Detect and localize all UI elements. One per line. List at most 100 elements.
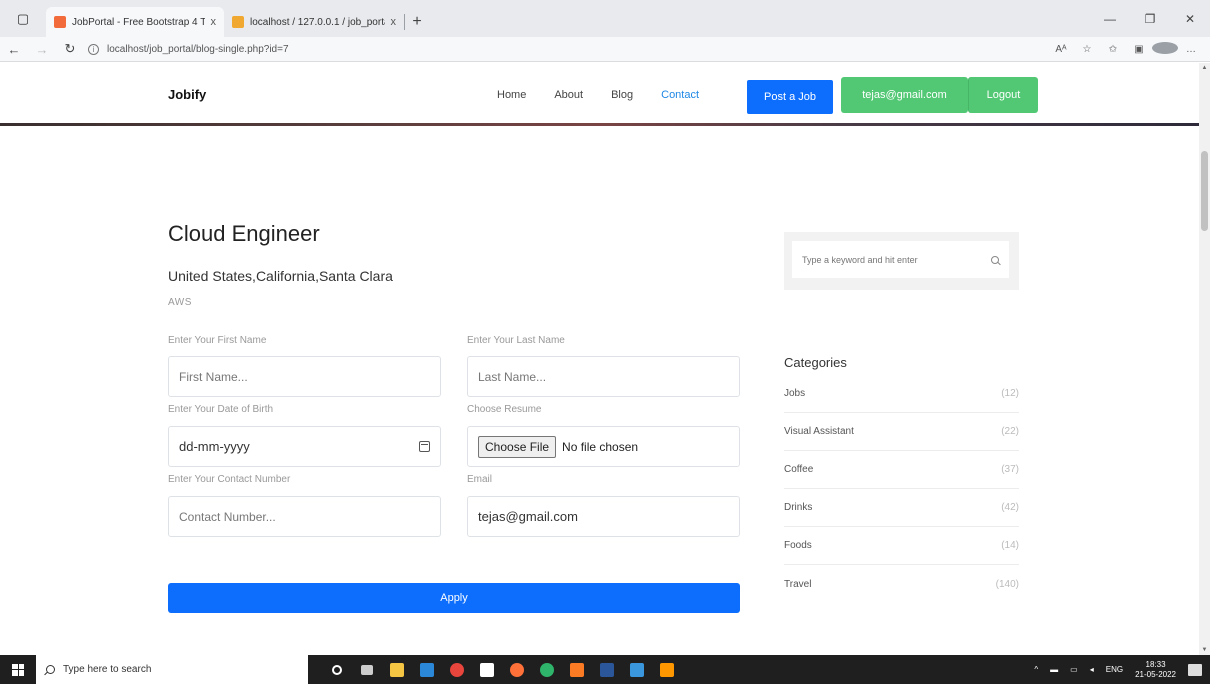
back-icon[interactable]: ← — [0, 42, 28, 57]
address-bar: ← → ↻ i localhost/job_portal/blog-single… — [0, 37, 1210, 62]
volume-icon[interactable]: ◂ — [1090, 665, 1094, 674]
window-controls: — ❐ ✕ — [1090, 0, 1210, 37]
tab-actions-icon[interactable]: ▢ — [0, 0, 46, 37]
maximize-icon[interactable]: ❐ — [1130, 12, 1170, 26]
calendar-icon[interactable] — [419, 441, 430, 452]
url-field[interactable]: i localhost/job_portal/blog-single.php?i… — [84, 43, 1048, 55]
site-brand[interactable]: Jobify — [168, 87, 206, 102]
category-name: Drinks — [784, 502, 813, 513]
last-name-label: Enter Your Last Name — [467, 335, 565, 346]
clock-time: 18:33 — [1145, 659, 1166, 669]
nav-home[interactable]: Home — [497, 89, 526, 101]
category-name: Coffee — [784, 464, 814, 475]
notifications-icon[interactable] — [1188, 663, 1202, 676]
nav-about[interactable]: About — [554, 89, 583, 101]
battery-icon[interactable]: ▭ — [1070, 665, 1078, 674]
logout-button[interactable]: Logout — [968, 77, 1038, 113]
file-explorer-icon[interactable] — [382, 655, 412, 684]
search-input[interactable] — [802, 254, 991, 265]
first-name-label: Enter Your First Name — [168, 335, 267, 346]
word-icon[interactable] — [592, 655, 622, 684]
sublime-icon[interactable] — [652, 655, 682, 684]
nav-contact[interactable]: Contact — [661, 89, 699, 101]
job-tag: AWS — [168, 297, 192, 308]
close-tab-icon[interactable]: x — [211, 16, 217, 28]
browser-tab-phpmyadmin[interactable]: localhost / 127.0.0.1 / job_porta x — [224, 7, 404, 37]
job-title: Cloud Engineer — [168, 221, 320, 246]
search-field[interactable] — [792, 241, 1009, 278]
close-window-icon[interactable]: ✕ — [1170, 12, 1210, 26]
category-item[interactable]: Drinks (42) — [784, 489, 1019, 527]
tray-chevron-icon[interactable]: ^ — [1034, 665, 1038, 674]
minimize-icon[interactable]: — — [1090, 12, 1130, 26]
clock-date: 21-05-2022 — [1135, 669, 1176, 679]
sidebar-search — [784, 232, 1019, 290]
cortana-icon[interactable] — [322, 655, 352, 684]
site-info-icon[interactable]: i — [88, 43, 99, 55]
first-name-input[interactable]: First Name... — [168, 356, 441, 397]
scrollbar-thumb[interactable] — [1201, 151, 1208, 231]
new-tab-button[interactable]: + — [405, 7, 429, 37]
network-icon[interactable]: ▬ — [1050, 665, 1058, 674]
category-count: (14) — [1001, 540, 1019, 551]
scroll-up-icon[interactable]: ▲ — [1199, 65, 1210, 71]
category-item[interactable]: Coffee (37) — [784, 451, 1019, 489]
category-count: (42) — [1001, 502, 1019, 513]
notepad-icon[interactable] — [472, 655, 502, 684]
category-name: Jobs — [784, 388, 806, 399]
mail-icon[interactable] — [412, 655, 442, 684]
contact-number-input[interactable]: Contact Number... — [168, 496, 441, 537]
chrome-icon[interactable] — [442, 655, 472, 684]
browser-tab-jobportal[interactable]: JobPortal - Free Bootstrap 4 Tem x — [46, 7, 224, 37]
read-aloud-icon[interactable]: Aᴬ — [1048, 44, 1074, 55]
post-job-button[interactable]: Post a Job — [747, 80, 833, 114]
edge-icon[interactable] — [532, 655, 562, 684]
scroll-down-icon[interactable]: ▼ — [1199, 647, 1210, 653]
jobportal-favicon-icon — [54, 16, 66, 28]
email-input[interactable]: tejas@gmail.com — [467, 496, 740, 537]
user-email-button[interactable]: tejas@gmail.com — [841, 77, 968, 113]
category-count: (37) — [1001, 464, 1019, 475]
favorites-icon[interactable]: ✩ — [1100, 44, 1126, 55]
xampp-icon[interactable] — [562, 655, 592, 684]
category-item[interactable]: Jobs (12) — [784, 375, 1019, 413]
nav-blog[interactable]: Blog — [611, 89, 633, 101]
profile-icon[interactable] — [1152, 41, 1178, 57]
choose-file-button[interactable]: Choose File — [478, 435, 557, 458]
resume-file-input[interactable]: Choose File No file chosen — [467, 426, 740, 467]
main-nav: Home About Blog Contact — [497, 89, 727, 101]
category-name: Foods — [784, 540, 812, 551]
collections-icon[interactable]: ▣ — [1126, 44, 1152, 55]
job-location: United States,California,Santa Clara — [168, 268, 393, 284]
last-name-input[interactable]: Last Name... — [467, 356, 740, 397]
taskbar-clock[interactable]: 18:33 21-05-2022 — [1135, 660, 1176, 680]
taskbar-search[interactable]: Type here to search — [36, 655, 308, 684]
category-item[interactable]: Visual Assistant (22) — [784, 413, 1019, 451]
forward-icon[interactable]: → — [28, 42, 56, 57]
site-header: Jobify Home About Blog Contact Post a Jo… — [0, 63, 1199, 123]
photos-icon[interactable] — [622, 655, 652, 684]
browser-toolbar: Aᴬ ☆ ✩ ▣ … — [1048, 41, 1210, 57]
dob-placeholder: dd-mm-yyyy — [179, 439, 250, 454]
task-view-icon[interactable] — [352, 655, 382, 684]
firefox-icon[interactable] — [502, 655, 532, 684]
category-count: (140) — [995, 578, 1019, 590]
dob-input[interactable]: dd-mm-yyyy — [168, 426, 441, 467]
search-icon[interactable] — [991, 255, 999, 264]
more-menu-icon[interactable]: … — [1178, 44, 1204, 55]
add-favorite-icon[interactable]: ☆ — [1074, 44, 1100, 55]
dob-label: Enter Your Date of Birth — [168, 404, 274, 415]
search-icon — [46, 665, 55, 674]
tab-title: JobPortal - Free Bootstrap 4 Tem — [72, 16, 205, 28]
categories-list: Jobs (12) Visual Assistant (22) Coffee (… — [784, 375, 1019, 603]
apply-button[interactable]: Apply — [168, 583, 740, 613]
refresh-icon[interactable]: ↻ — [56, 41, 84, 57]
category-item[interactable]: Travel (140) — [784, 565, 1019, 603]
category-name: Visual Assistant — [784, 426, 854, 437]
start-button[interactable] — [0, 655, 36, 684]
input-language[interactable]: ENG — [1106, 665, 1123, 674]
taskbar-search-placeholder: Type here to search — [63, 664, 152, 675]
page-scrollbar[interactable]: ▲ ▼ — [1199, 63, 1210, 655]
category-item[interactable]: Foods (14) — [784, 527, 1019, 565]
close-tab-icon[interactable]: x — [391, 16, 397, 28]
